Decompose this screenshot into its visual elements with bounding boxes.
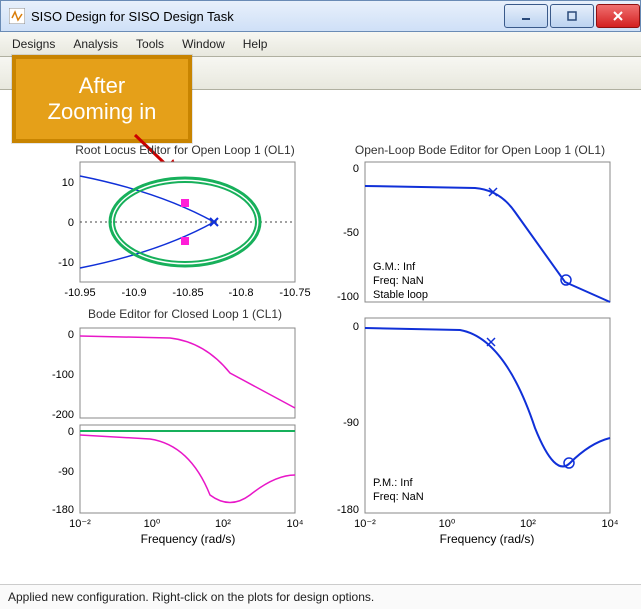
svg-text:0: 0 (353, 163, 359, 175)
svg-text:-100: -100 (52, 369, 74, 381)
svg-text:0: 0 (68, 426, 74, 438)
callout-text: AfterZooming in (48, 73, 157, 126)
svg-text:0: 0 (68, 329, 74, 341)
svg-text:10²: 10² (215, 518, 231, 530)
svg-text:0: 0 (353, 321, 359, 333)
window-title: SISO Design for SISO Design Task (31, 9, 234, 24)
status-bar: Applied new configuration. Right-click o… (0, 584, 641, 609)
svg-text:G.M.: Inf: G.M.: Inf (373, 261, 416, 273)
svg-text:Freq: NaN: Freq: NaN (373, 491, 424, 503)
menu-analysis[interactable]: Analysis (73, 37, 118, 51)
menu-bar: Designs Analysis Tools Window Help (0, 32, 641, 57)
svg-text:-100: -100 (337, 291, 359, 303)
svg-text:Freq: NaN: Freq: NaN (373, 275, 424, 287)
svg-text:Stable loop: Stable loop (373, 289, 428, 301)
title-bar[interactable]: SISO Design for SISO Design Task (0, 0, 641, 32)
svg-text:-10.95: -10.95 (64, 287, 95, 299)
svg-text:10⁴: 10⁴ (602, 518, 619, 530)
svg-text:0: 0 (68, 217, 74, 229)
menu-tools[interactable]: Tools (136, 37, 164, 51)
plots-area[interactable]: Root Locus Editor for Open Loop 1 (OL1) … (35, 140, 625, 580)
svg-text:10⁰: 10⁰ (144, 518, 161, 530)
svg-text:-90: -90 (58, 466, 74, 478)
svg-text:-200: -200 (52, 409, 74, 421)
status-text: Applied new configuration. Right-click o… (8, 590, 374, 604)
plot2-title: Open-Loop Bode Editor for Open Loop 1 (O… (355, 143, 605, 157)
svg-text:-50: -50 (343, 227, 359, 239)
svg-text:Frequency (rad/s): Frequency (rad/s) (141, 532, 236, 546)
maximize-button[interactable] (550, 4, 594, 28)
svg-text:10⁻²: 10⁻² (69, 518, 91, 530)
svg-text:-10.8: -10.8 (228, 287, 253, 299)
svg-text:-10: -10 (58, 257, 74, 269)
minimize-button[interactable] (504, 4, 548, 28)
svg-text:10²: 10² (520, 518, 536, 530)
svg-text:-10.85: -10.85 (172, 287, 203, 299)
svg-text:10: 10 (62, 177, 74, 189)
plot1-title: Root Locus Editor for Open Loop 1 (OL1) (75, 143, 294, 157)
window: SISO Design for SISO Design Task Designs… (0, 0, 641, 609)
menu-window[interactable]: Window (182, 37, 225, 51)
menu-help[interactable]: Help (243, 37, 268, 51)
svg-text:-90: -90 (343, 417, 359, 429)
app-icon (9, 8, 25, 24)
menu-designs[interactable]: Designs (12, 37, 55, 51)
close-button[interactable] (596, 4, 640, 28)
svg-text:-180: -180 (337, 504, 359, 516)
svg-text:10⁻²: 10⁻² (354, 518, 376, 530)
svg-text:-10.75: -10.75 (279, 287, 310, 299)
svg-text:-10.9: -10.9 (121, 287, 146, 299)
svg-text:Frequency (rad/s): Frequency (rad/s) (440, 532, 535, 546)
plot3-title: Bode Editor for Closed Loop 1 (CL1) (88, 307, 282, 321)
svg-text:P.M.: Inf: P.M.: Inf (373, 477, 413, 489)
svg-text:-180: -180 (52, 504, 74, 516)
svg-text:10⁰: 10⁰ (439, 518, 456, 530)
svg-text:10⁴: 10⁴ (287, 518, 304, 530)
annotation-callout: AfterZooming in (12, 55, 192, 143)
